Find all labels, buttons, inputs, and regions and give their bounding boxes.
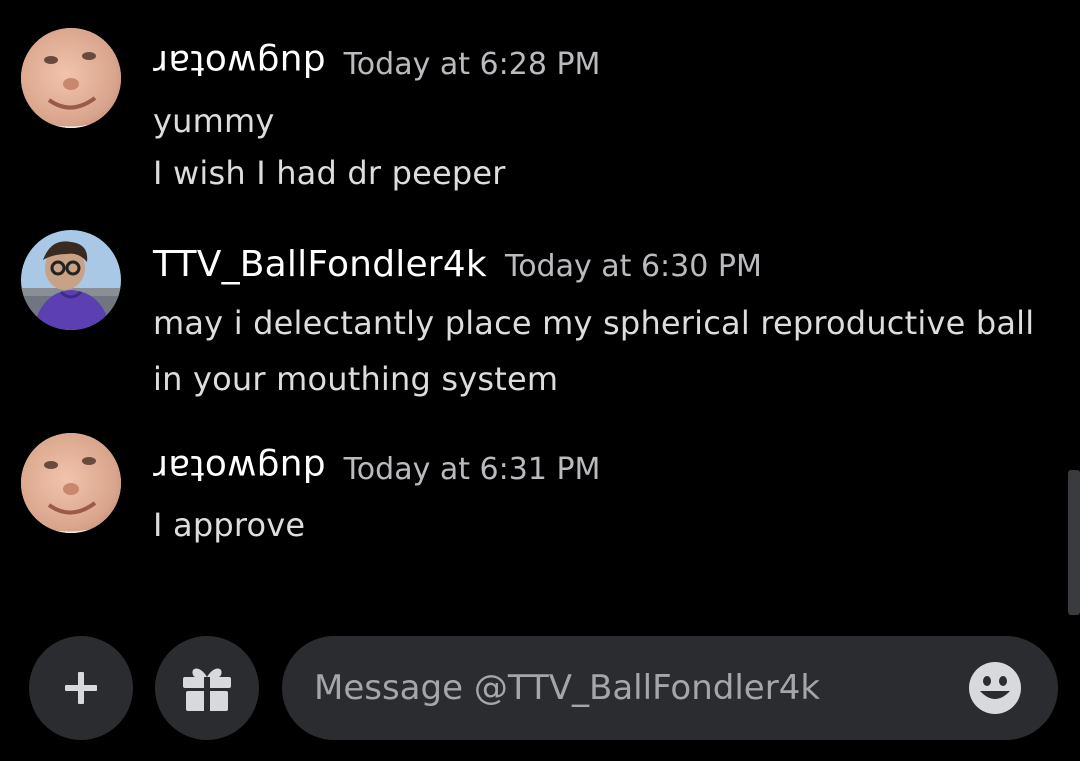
message-list[interactable]: dugwotar Today at 6:28 PM yummy I wish I… (0, 0, 1068, 620)
message-text: may i delectantly place my spherical rep… (153, 304, 1035, 342)
gift-icon (183, 668, 231, 711)
timestamp: Today at 6:28 PM (343, 47, 601, 82)
message-text: yummy (153, 102, 275, 140)
avatar[interactable] (21, 433, 121, 533)
message-header: dugwotar Today at 6:28 PM (153, 42, 600, 83)
add-attachment-button[interactable] (29, 636, 133, 740)
username[interactable]: dugwotar (153, 42, 326, 83)
message-header: TTV_BallFondler4k Today at 6:30 PM (153, 244, 762, 285)
avatar[interactable] (21, 28, 121, 128)
avatar[interactable] (21, 230, 121, 330)
plus-icon (65, 672, 97, 704)
emoji-smile-icon (969, 662, 1021, 714)
message-input-placeholder: Message @TTV_BallFondler4k (314, 668, 821, 708)
username[interactable]: dugwotar (153, 447, 326, 488)
gift-button[interactable] (155, 636, 259, 740)
message-text: I wish I had dr peeper (153, 154, 506, 192)
username[interactable]: TTV_BallFondler4k (153, 244, 487, 285)
emoji-button[interactable] (968, 661, 1022, 715)
message-header: dugwotar Today at 6:31 PM (153, 447, 600, 488)
timestamp: Today at 6:30 PM (504, 249, 762, 284)
message-input[interactable]: Message @TTV_BallFondler4k (282, 636, 1058, 740)
timestamp: Today at 6:31 PM (343, 452, 601, 487)
scrollbar-thumb[interactable] (1068, 470, 1080, 615)
message-text: I approve (153, 506, 306, 544)
message-text: in your mouthing system (153, 360, 559, 398)
